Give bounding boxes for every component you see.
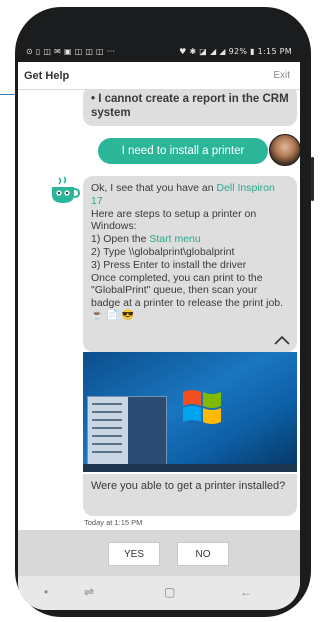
chat-area[interactable]: • I cannot create a report in the CRM sy… <box>18 90 300 530</box>
step2-text: 2) Type \\globalprint\globalprint <box>91 245 235 258</box>
bot-instructions-message: Ok, I see that you have an Dell Inspiron… <box>83 176 297 352</box>
step3-text: 3) Press Enter to install the driver <box>91 258 247 271</box>
start-menu-illustration <box>87 396 167 468</box>
windows-start-menu-screenshot[interactable] <box>83 352 297 472</box>
back-icon[interactable]: ← <box>240 585 252 599</box>
step1-text: 1) Open the <box>91 233 150 246</box>
emoji-row: ☕ 📄 😎 <box>91 309 134 321</box>
status-notification-icons: ⊙ ▯ ◫ ✉ ▣ ◫ ◫ ◫ ··· <box>26 46 116 56</box>
bot-line1: Ok, I see that you have an <box>91 182 217 194</box>
page-title: Get Help <box>24 69 70 82</box>
bot-coffee-cup-icon <box>52 176 80 203</box>
quick-reply-bar: YES NO <box>18 530 300 576</box>
bot-line2: Here are steps to setup a printer on Win… <box>91 207 257 233</box>
bot-question-message: Were you able to get a printer installed… <box>83 474 297 516</box>
android-nav-bar: • ⇌ ▢ ← <box>18 576 300 610</box>
taskbar-illustration <box>83 464 297 472</box>
windows-logo-icon <box>183 390 221 424</box>
user-avatar <box>269 134 300 166</box>
collapse-chevron-icon[interactable] <box>273 334 291 346</box>
exit-button[interactable]: Exit <box>273 70 290 81</box>
start-menu-link[interactable]: Start menu <box>149 233 200 245</box>
status-system-info: ♥ ✱ ◪ ◢ ◢ 92% ▮ 1:15 PM <box>179 46 292 56</box>
previous-bot-message: • I cannot create a report in the CRM sy… <box>83 90 297 126</box>
recent-apps-icon[interactable]: ⇌ <box>84 585 94 599</box>
nav-dot-icon[interactable]: • <box>44 585 48 599</box>
app-header: Get Help Exit <box>18 62 300 90</box>
message-timestamp: Today at 1:15 PM <box>84 518 143 527</box>
no-button[interactable]: NO <box>177 542 229 566</box>
yes-button[interactable]: YES <box>108 542 160 566</box>
closing-text: Once completed, you can print to the "Gl… <box>91 271 284 310</box>
side-button <box>311 157 314 201</box>
home-icon[interactable]: ▢ <box>164 585 175 599</box>
user-message: I need to install a printer <box>98 138 268 164</box>
status-bar: ⊙ ▯ ◫ ✉ ▣ ◫ ◫ ◫ ··· ♥ ✱ ◪ ◢ ◢ 92% ▮ 1:15… <box>18 40 300 62</box>
